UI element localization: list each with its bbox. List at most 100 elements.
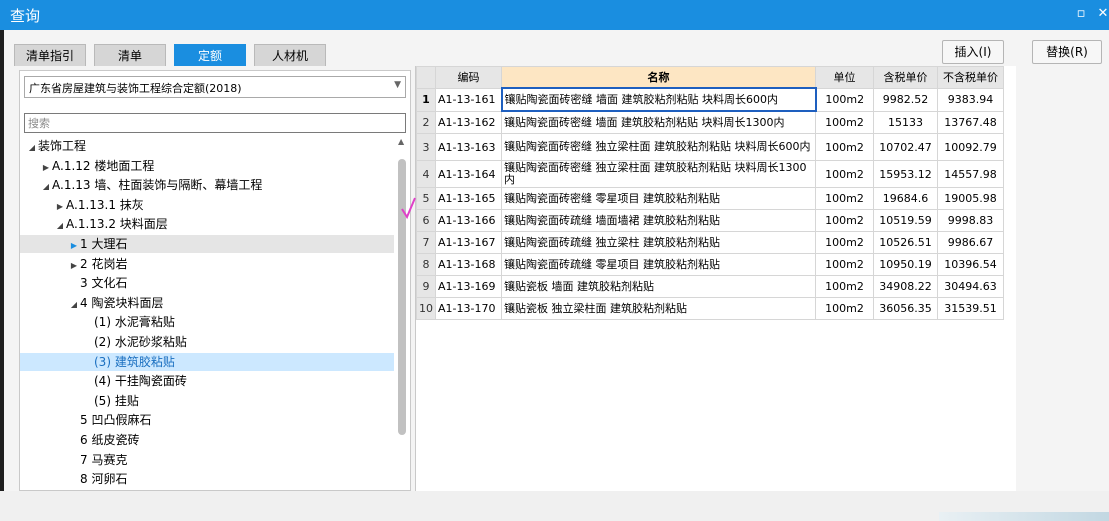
unit-cell[interactable]: 100m2 [815, 231, 874, 254]
price-with-tax-cell[interactable]: 10526.51 [873, 231, 938, 254]
row-number[interactable]: 2 [416, 110, 436, 134]
row-number[interactable]: 9 [416, 275, 436, 298]
price-without-tax-cell[interactable]: 9998.83 [937, 209, 1004, 232]
unit-cell[interactable]: 100m2 [815, 275, 874, 298]
tree-node[interactable]: (4) 干挂陶瓷面砖 [20, 372, 394, 390]
unit-cell[interactable]: 100m2 [815, 110, 874, 134]
table-row[interactable]: 3 A1-13-163 镶贴陶瓷面砖密缝 独立梁柱面 建筑胶粘剂粘贴 块料周长600… [416, 133, 1004, 161]
tree-node[interactable]: ◢ 装饰工程 [20, 137, 394, 155]
name-cell[interactable]: 镶贴陶瓷面砖密缝 独立梁柱面 建筑胶粘剂粘贴 块料周长1300内 [501, 160, 816, 188]
price-with-tax-cell[interactable]: 34908.22 [873, 275, 938, 298]
tab-bill-guide[interactable]: 清单指引 [14, 44, 86, 66]
expand-arrow-icon[interactable]: ▶ [68, 237, 80, 255]
unit-cell[interactable]: 100m2 [815, 297, 874, 320]
name-cell[interactable]: 镶贴瓷板 独立梁柱面 建筑胶粘剂粘贴 [501, 297, 816, 320]
scroll-up-icon[interactable]: ▲ [398, 137, 404, 146]
collapse-arrow-icon[interactable]: ◢ [26, 139, 38, 157]
library-select[interactable]: 广东省房屋建筑与装饰工程综合定额(2018) ▼ [24, 76, 406, 98]
tab-quota[interactable]: 定额 [174, 44, 246, 66]
code-cell[interactable]: A1-13-161 [435, 87, 502, 112]
tab-labor-materials[interactable]: 人材机 [254, 44, 326, 66]
price-with-tax-cell[interactable]: 15953.12 [873, 160, 938, 188]
table-row[interactable]: 5 A1-13-165 镶贴陶瓷面砖密缝 零星项目 建筑胶粘剂粘贴 100m2 1968… [416, 187, 1004, 210]
tree-scrollbar[interactable]: ▲ [395, 137, 410, 490]
table-row[interactable]: 9 A1-13-169 镶贴瓷板 墙面 建筑胶粘剂粘贴 100m2 34908.22 30… [416, 275, 1004, 298]
price-with-tax-cell[interactable]: 9982.52 [873, 87, 938, 112]
price-with-tax-cell[interactable]: 15133 [873, 110, 938, 134]
collapse-arrow-icon[interactable]: ◢ [54, 217, 66, 235]
replace-button[interactable]: 替换(R) [1032, 40, 1102, 64]
table-row[interactable]: 6 A1-13-166 镶贴陶瓷面砖疏缝 墙面墙裙 建筑胶粘剂粘贴 100m2 1051… [416, 209, 1004, 232]
column-header-price-without-tax[interactable]: 不含税单价 [937, 66, 1004, 89]
tree-node[interactable]: ▶ 2 花岗岩 [20, 255, 394, 273]
code-cell[interactable]: A1-13-162 [435, 110, 502, 134]
code-cell[interactable]: A1-13-170 [435, 297, 502, 320]
close-icon[interactable]: ✕ [1094, 4, 1109, 24]
price-without-tax-cell[interactable]: 9383.94 [937, 87, 1004, 112]
unit-cell[interactable]: 100m2 [815, 160, 874, 188]
code-cell[interactable]: A1-13-163 [435, 133, 502, 161]
table-row[interactable]: 10 A1-13-170 镶贴瓷板 独立梁柱面 建筑胶粘剂粘贴 100m2 36056.… [416, 297, 1004, 320]
expand-arrow-icon[interactable]: ▶ [40, 159, 52, 177]
tree-node[interactable]: ◢ 4 陶瓷块料面层 [20, 294, 394, 312]
price-with-tax-cell[interactable]: 10519.59 [873, 209, 938, 232]
expand-arrow-icon[interactable]: ▶ [54, 198, 66, 216]
tree-node[interactable]: ▶ A.1.12 楼地面工程 [20, 157, 394, 175]
expand-arrow-icon[interactable]: ▶ [68, 257, 80, 275]
tree-node[interactable]: 5 凹凸假麻石 [20, 411, 394, 429]
price-without-tax-cell[interactable]: 30494.63 [937, 275, 1004, 298]
tree-node[interactable]: (3) 建筑胶粘贴 [20, 352, 394, 371]
row-number[interactable]: 4 [416, 160, 436, 188]
code-cell[interactable]: A1-13-169 [435, 275, 502, 298]
tree-node[interactable]: 3 文化石 [20, 274, 394, 292]
name-cell[interactable]: 镶贴陶瓷面砖密缝 零星项目 建筑胶粘剂粘贴 [501, 187, 816, 210]
row-number[interactable]: 7 [416, 231, 436, 254]
name-cell[interactable]: 镶贴陶瓷面砖疏缝 墙面墙裙 建筑胶粘剂粘贴 [501, 209, 816, 232]
price-with-tax-cell[interactable]: 10950.19 [873, 253, 938, 276]
tree-node[interactable]: (5) 挂贴 [20, 392, 394, 410]
price-without-tax-cell[interactable]: 10396.54 [937, 253, 1004, 276]
tab-bill[interactable]: 清单 [94, 44, 166, 66]
code-cell[interactable]: A1-13-166 [435, 209, 502, 232]
column-header-code[interactable]: 编码 [435, 66, 502, 89]
code-cell[interactable]: A1-13-168 [435, 253, 502, 276]
minimize-icon[interactable]: ▫ [1072, 4, 1090, 24]
code-cell[interactable]: A1-13-165 [435, 187, 502, 210]
table-row[interactable]: 1 A1-13-161 镶贴陶瓷面砖密缝 墙面 建筑胶粘剂粘贴 块料周长600内 10… [416, 87, 1004, 112]
price-without-tax-cell[interactable]: 31539.51 [937, 297, 1004, 320]
row-number[interactable]: 1 [416, 87, 436, 112]
tree-node[interactable]: 7 马赛克 [20, 451, 394, 469]
table-row[interactable]: 7 A1-13-167 镶贴陶瓷面砖疏缝 独立梁柱 建筑胶粘剂粘贴 100m2 1052… [416, 231, 1004, 254]
name-cell[interactable]: 镶贴陶瓷面砖疏缝 独立梁柱 建筑胶粘剂粘贴 [501, 231, 816, 254]
name-cell[interactable]: 镶贴陶瓷面砖疏缝 零星项目 建筑胶粘剂粘贴 [501, 253, 816, 276]
tree-node[interactable]: 8 河卵石 [20, 470, 394, 488]
collapse-arrow-icon[interactable]: ◢ [40, 178, 52, 196]
price-without-tax-cell[interactable]: 19005.98 [937, 187, 1004, 210]
unit-cell[interactable]: 100m2 [815, 87, 874, 112]
name-cell[interactable]: 镶贴陶瓷面砖密缝 墙面 建筑胶粘剂粘贴 块料周长1300内 [501, 110, 816, 134]
name-cell[interactable]: 镶贴陶瓷面砖密缝 墙面 建筑胶粘剂粘贴 块料周长600内 [500, 87, 817, 112]
price-with-tax-cell[interactable]: 19684.6 [873, 187, 938, 210]
tree-node[interactable]: ▶ A.1.13.1 抹灰 [20, 196, 394, 214]
column-header-unit[interactable]: 单位 [815, 66, 874, 89]
column-header-price-with-tax[interactable]: 含税单价 [873, 66, 938, 89]
tree-node[interactable]: ◢ A.1.13.2 块料面层 [20, 215, 394, 233]
unit-cell[interactable]: 100m2 [815, 187, 874, 210]
unit-cell[interactable]: 100m2 [815, 133, 874, 161]
tree-node[interactable]: (1) 水泥膏粘贴 [20, 313, 394, 331]
search-input[interactable] [24, 113, 406, 133]
price-without-tax-cell[interactable]: 10092.79 [937, 133, 1004, 161]
row-number[interactable]: 3 [416, 133, 436, 161]
tree-node[interactable]: ◢ A.1.13 墙、柱面装饰与隔断、幕墙工程 [20, 176, 394, 194]
tree-node[interactable]: ▶ 1 大理石 [20, 235, 394, 253]
row-number[interactable]: 8 [416, 253, 436, 276]
row-number[interactable]: 10 [416, 297, 436, 320]
insert-button[interactable]: 插入(I) [942, 40, 1004, 64]
name-cell[interactable]: 镶贴陶瓷面砖密缝 独立梁柱面 建筑胶粘剂粘贴 块料周长600内 [501, 133, 816, 161]
table-row[interactable]: 8 A1-13-168 镶贴陶瓷面砖疏缝 零星项目 建筑胶粘剂粘贴 100m2 1095… [416, 253, 1004, 276]
code-cell[interactable]: A1-13-167 [435, 231, 502, 254]
tree-node[interactable]: (2) 水泥砂浆粘贴 [20, 333, 394, 351]
unit-cell[interactable]: 100m2 [815, 209, 874, 232]
code-cell[interactable]: A1-13-164 [435, 160, 502, 188]
price-with-tax-cell[interactable]: 36056.35 [873, 297, 938, 320]
